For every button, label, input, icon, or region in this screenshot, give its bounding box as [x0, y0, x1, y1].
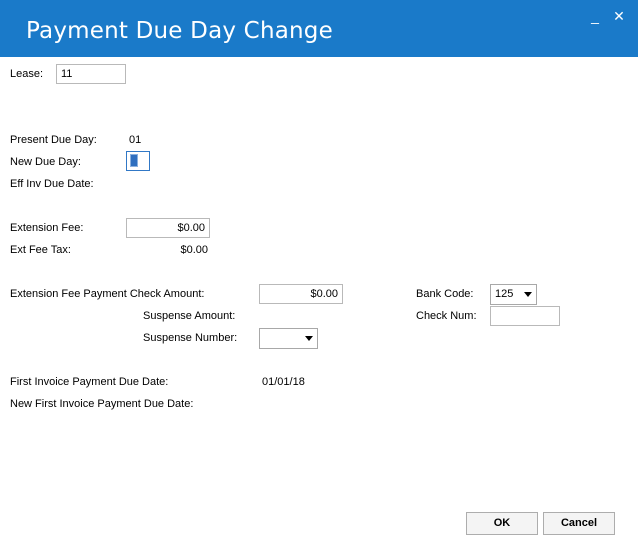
- text-cursor-icon: [130, 154, 138, 168]
- new-first-invoice-due-date-label: New First Invoice Payment Due Date:: [10, 398, 194, 410]
- new-due-day-field[interactable]: [126, 151, 150, 171]
- check-num-field[interactable]: [490, 306, 560, 326]
- present-due-day-value: 01: [129, 134, 142, 146]
- window-title: Payment Due Day Change: [26, 18, 333, 44]
- chevron-down-icon: [305, 336, 313, 341]
- check-amount-field[interactable]: $0.00: [259, 284, 343, 304]
- ext-fee-tax-value: $0.00: [180, 244, 208, 256]
- eff-inv-due-date-label: Eff Inv Due Date:: [10, 178, 94, 190]
- present-due-day-label: Present Due Day:: [10, 134, 97, 146]
- check-num-label: Check Num:: [416, 310, 477, 322]
- cancel-button[interactable]: Cancel: [543, 512, 615, 535]
- bank-code-label: Bank Code:: [416, 288, 474, 300]
- chevron-down-icon: [524, 292, 532, 297]
- minimize-icon[interactable]: _: [587, 8, 603, 24]
- new-due-day-label: New Due Day:: [10, 156, 81, 168]
- extension-fee-field[interactable]: $0.00: [126, 218, 210, 238]
- first-invoice-due-date-label: First Invoice Payment Due Date:: [10, 376, 169, 388]
- lease-field[interactable]: 11: [56, 64, 126, 84]
- bank-code-value: 125: [495, 288, 514, 300]
- suspense-amount-label: Suspense Amount:: [143, 310, 236, 322]
- bank-code-select[interactable]: 125: [490, 284, 537, 305]
- lease-label: Lease:: [10, 68, 44, 80]
- ok-button[interactable]: OK: [466, 512, 538, 535]
- check-amount-label: Extension Fee Payment Check Amount:: [10, 288, 205, 300]
- close-icon[interactable]: ✕: [611, 8, 627, 24]
- title-bar: Payment Due Day Change _ ✕: [0, 0, 638, 57]
- suspense-number-label: Suspense Number:: [143, 332, 238, 344]
- ext-fee-tax-label: Ext Fee Tax:: [10, 244, 71, 256]
- first-invoice-due-date-value: 01/01/18: [262, 376, 305, 388]
- suspense-number-select[interactable]: [259, 328, 318, 349]
- extension-fee-label: Extension Fee:: [10, 222, 84, 234]
